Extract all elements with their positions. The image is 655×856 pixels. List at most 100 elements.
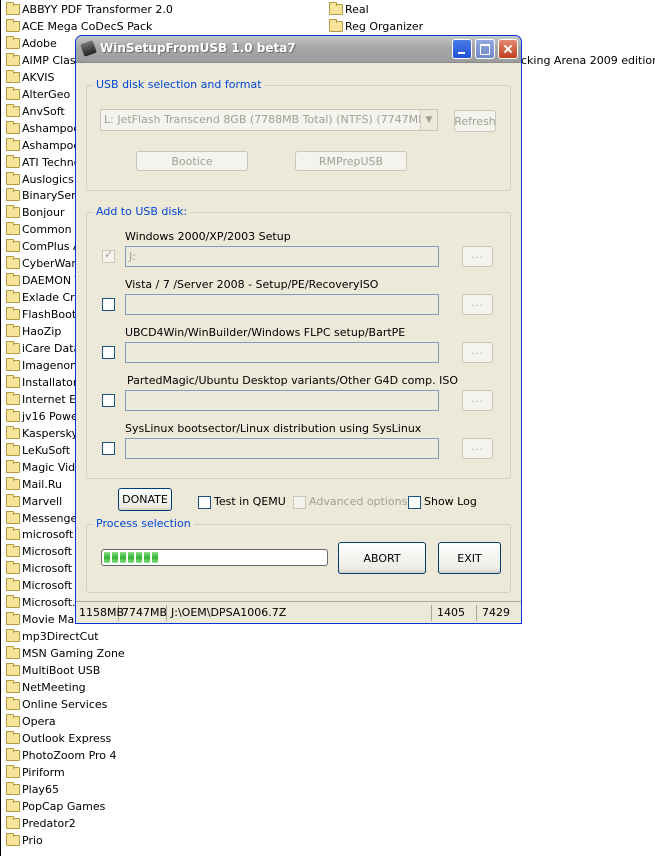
option-checkbox[interactable] bbox=[102, 248, 115, 263]
folder-icon bbox=[6, 374, 20, 388]
folder-icon bbox=[6, 832, 20, 846]
folder-item[interactable]: iCare Data bbox=[6, 340, 80, 357]
folder-item[interactable]: AKVIS bbox=[6, 69, 55, 86]
folder-label: Outlook Express bbox=[22, 731, 112, 745]
folder-item[interactable]: Opera bbox=[6, 713, 56, 730]
folder-item[interactable]: MSN Gaming Zone bbox=[6, 645, 125, 662]
folder-item[interactable]: LeKuSoft bbox=[6, 442, 70, 459]
folder-item[interactable]: Play65 bbox=[6, 781, 59, 798]
folder-icon bbox=[6, 52, 20, 66]
folder-item[interactable]: Ashampoo bbox=[6, 137, 80, 154]
option-checkbox[interactable] bbox=[102, 394, 115, 407]
folder-item[interactable]: Auslogics bbox=[6, 171, 74, 188]
test-qemu-checkbox[interactable] bbox=[198, 496, 211, 509]
usb-drive-select[interactable]: L: JetFlash Transcend 8GB (7788MB Total)… bbox=[100, 109, 438, 131]
folder-item[interactable]: Ashampoo bbox=[6, 120, 80, 137]
bootice-button[interactable]: Bootice bbox=[136, 151, 248, 171]
test-qemu-label: Test in QEMU bbox=[214, 495, 286, 508]
folder-item[interactable]: ATI Techno bbox=[6, 154, 80, 171]
option-checkbox[interactable] bbox=[102, 346, 115, 359]
folder-label: Play65 bbox=[22, 782, 59, 796]
folder-icon bbox=[6, 137, 20, 151]
folder-item[interactable]: PopCap Games bbox=[6, 798, 105, 815]
folder-item[interactable]: FlashBoot bbox=[6, 306, 76, 323]
folder-item[interactable]: Microsoft V bbox=[6, 560, 83, 577]
browse-button[interactable]: ... bbox=[462, 342, 493, 363]
usb-drive-value: L: JetFlash Transcend 8GB (7788MB Total)… bbox=[104, 113, 438, 126]
folder-item[interactable]: DAEMON T bbox=[6, 272, 81, 289]
folder-item[interactable]: Messenger bbox=[6, 510, 82, 527]
abort-button[interactable]: ABORT bbox=[338, 542, 426, 574]
show-log-checkbox[interactable] bbox=[408, 496, 421, 509]
progress-block bbox=[136, 552, 142, 563]
folder-label: microsoft f bbox=[22, 528, 81, 542]
option-path-field[interactable] bbox=[125, 390, 439, 411]
option-checkbox[interactable] bbox=[102, 298, 115, 311]
option-path-field[interactable]: J: bbox=[125, 246, 439, 267]
folder-item[interactable]: BinarySens bbox=[6, 187, 84, 204]
option-path-field[interactable] bbox=[125, 294, 439, 315]
folder-item[interactable]: Outlook Express bbox=[6, 730, 111, 747]
folder-item[interactable]: MultiBoot USB bbox=[6, 662, 100, 679]
chevron-down-icon[interactable]: ▼ bbox=[420, 110, 437, 130]
folder-item[interactable]: Exlade Cry bbox=[6, 289, 81, 306]
folder-item[interactable]: HaoZip bbox=[6, 323, 61, 340]
folder-label: FlashBoot bbox=[22, 308, 77, 322]
rmprepusb-button[interactable]: RMPrepUSB bbox=[295, 151, 407, 171]
refresh-button[interactable]: Refresh bbox=[454, 110, 496, 132]
folder-item[interactable]: ABBYY PDF Transformer 2.0 bbox=[6, 1, 173, 18]
folder-item[interactable]: ACE Mega CoDecS Pack bbox=[6, 18, 152, 35]
folder-item[interactable]: Online Services bbox=[6, 696, 107, 713]
folder-item[interactable]: Microsoft.N bbox=[6, 594, 84, 611]
folder-item[interactable]: NetMeeting bbox=[6, 679, 86, 696]
browse-button[interactable]: ... bbox=[462, 438, 493, 459]
folder-icon bbox=[6, 747, 20, 761]
folder-item[interactable]: Prio bbox=[6, 832, 43, 849]
folder-item[interactable]: CyberWare bbox=[6, 255, 82, 272]
advanced-options-checkbox[interactable] bbox=[293, 496, 306, 509]
folder-item[interactable]: Microsoft C bbox=[6, 543, 83, 560]
folder-label: Installator bbox=[22, 375, 78, 389]
folder-item[interactable]: Marvell bbox=[6, 493, 62, 510]
folder-item[interactable]: Predator2 bbox=[6, 815, 76, 832]
folder-item[interactable]: PhotoZoom Pro 4 bbox=[6, 747, 117, 764]
folder-item[interactable]: Adobe bbox=[6, 35, 57, 52]
folder-item[interactable]: Real bbox=[329, 1, 369, 18]
folder-item[interactable]: jv16 Power bbox=[6, 408, 82, 425]
folder-icon bbox=[6, 307, 20, 321]
browse-button[interactable]: ... bbox=[462, 294, 493, 315]
minimize-button[interactable] bbox=[452, 39, 472, 59]
folder-item[interactable]: Kaspersky bbox=[6, 425, 78, 442]
folder-item[interactable]: AlterGeo bbox=[6, 86, 70, 103]
folder-item[interactable]: Common Fi bbox=[6, 221, 84, 238]
folder-item[interactable]: microsoft f bbox=[6, 526, 81, 543]
folder-item[interactable]: mp3DirectCut bbox=[6, 628, 99, 645]
browse-button[interactable]: ... bbox=[462, 246, 493, 267]
folder-label: Kaspersky bbox=[22, 426, 78, 440]
folder-item[interactable]: Piriform bbox=[6, 764, 65, 781]
folder-item[interactable]: AnvSoft bbox=[6, 103, 65, 120]
folder-icon bbox=[6, 646, 20, 660]
title-bar[interactable]: WinSetupFromUSB 1.0 beta7 bbox=[76, 36, 521, 63]
usb-disk-group: USB disk selection and format bbox=[86, 78, 511, 191]
maximize-button[interactable] bbox=[475, 39, 495, 59]
folder-item[interactable]: Reg Organizer bbox=[329, 18, 423, 35]
donate-button[interactable]: DONATE bbox=[118, 488, 172, 511]
folder-item[interactable]: Internet Ex bbox=[6, 391, 83, 408]
option-path-field[interactable] bbox=[125, 438, 439, 459]
folder-item[interactable]: AIMP Class bbox=[6, 52, 81, 69]
folder-label: Bonjour bbox=[22, 206, 65, 220]
folder-item[interactable]: Microsoft V bbox=[6, 577, 83, 594]
folder-item[interactable]: Bonjour bbox=[6, 204, 65, 221]
folder-icon bbox=[6, 391, 20, 405]
exit-button[interactable]: EXIT bbox=[438, 542, 501, 574]
folder-item[interactable]: Imagenomi bbox=[6, 357, 84, 374]
folder-icon bbox=[6, 408, 20, 422]
option-path-field[interactable] bbox=[125, 342, 439, 363]
folder-icon bbox=[6, 103, 20, 117]
folder-item[interactable]: Mail.Ru bbox=[6, 476, 62, 493]
option-checkbox[interactable] bbox=[102, 442, 115, 455]
folder-item[interactable]: Installator bbox=[6, 374, 77, 391]
close-button[interactable] bbox=[498, 39, 518, 59]
browse-button[interactable]: ... bbox=[462, 390, 493, 411]
